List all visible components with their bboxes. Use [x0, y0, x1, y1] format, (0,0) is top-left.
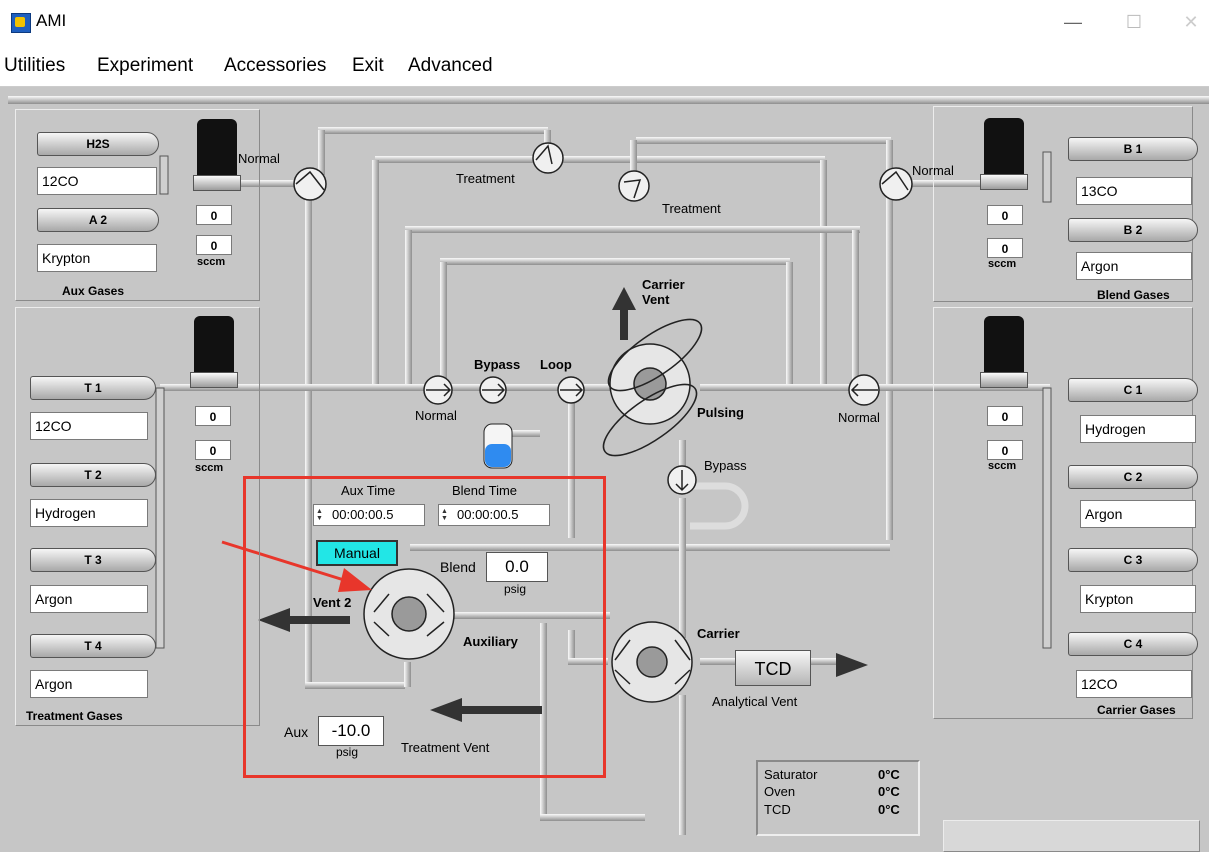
- pulsing-label: Pulsing: [697, 405, 744, 420]
- aux-gases-caption: Aux Gases: [62, 284, 125, 298]
- gas-name-b1[interactable]: 13CO: [1076, 177, 1192, 205]
- bypass-label-lower: Bypass: [704, 458, 747, 473]
- gas-name-t1[interactable]: 12CO: [30, 412, 148, 440]
- treatment-label-1: Treatment: [456, 171, 515, 186]
- carrier-flow-unit: sccm: [988, 460, 1017, 472]
- cylinder-h2s[interactable]: H2S: [37, 132, 159, 156]
- treatment-flow-1[interactable]: 0: [195, 406, 231, 426]
- treatment-label-2: Treatment: [662, 201, 721, 216]
- carrier-flow-1[interactable]: 0: [987, 406, 1023, 426]
- cylinder-c2[interactable]: C 2: [1068, 465, 1198, 489]
- bypass-label: Bypass: [474, 357, 521, 372]
- carrier-gases-caption: Carrier Gases: [1097, 703, 1176, 717]
- gas-name-b2[interactable]: Argon: [1076, 252, 1192, 280]
- loop-label: Loop: [540, 357, 572, 372]
- carrier-flow-2[interactable]: 0: [987, 440, 1023, 460]
- cylinder-t3[interactable]: T 3: [30, 548, 156, 572]
- tcd-temp-value: 0°C: [878, 802, 900, 817]
- gas-name-t2[interactable]: Hydrogen: [30, 499, 148, 527]
- saturator-value: 0°C: [878, 767, 900, 782]
- cylinder-t1[interactable]: T 1: [30, 376, 156, 400]
- cylinder-a2[interactable]: A 2: [37, 208, 159, 232]
- treatment-flow-2[interactable]: 0: [195, 440, 231, 460]
- tcd-detector[interactable]: TCD: [735, 650, 811, 686]
- cylinder-c4[interactable]: C 4: [1068, 632, 1198, 656]
- saturator-label: Saturator: [764, 767, 818, 782]
- carrier-vent-label: Carrier Vent: [642, 277, 685, 307]
- cylinder-c1[interactable]: C 1: [1068, 378, 1198, 402]
- mfc-carrier: [980, 316, 1028, 388]
- aux-flow-1[interactable]: 0: [196, 205, 232, 225]
- aux-flow-unit: sccm: [197, 256, 226, 268]
- gas-name-c1[interactable]: Hydrogen: [1080, 415, 1196, 443]
- oven-value: 0°C: [878, 784, 900, 799]
- treatment-flow-unit: sccm: [195, 462, 224, 474]
- annotation-highlight-box: [243, 476, 606, 778]
- aux-valve-label: Normal: [238, 151, 280, 166]
- mfc-treatment: [190, 316, 238, 388]
- analytical-vent-label: Analytical Vent: [712, 694, 798, 709]
- cylinder-t4[interactable]: T 4: [30, 634, 156, 658]
- gas-name-c3[interactable]: Krypton: [1080, 585, 1196, 613]
- bottom-right-panel: [943, 820, 1200, 852]
- blend-flow-unit: sccm: [988, 258, 1017, 270]
- cylinder-b2[interactable]: B 2: [1068, 218, 1198, 242]
- normal-label-right: Normal: [838, 410, 880, 425]
- blend-flow-1[interactable]: 0: [987, 205, 1023, 225]
- gas-name-t3[interactable]: Argon: [30, 585, 148, 613]
- gas-name-c4[interactable]: 12CO: [1076, 670, 1192, 698]
- blend-flow-2[interactable]: 0: [987, 238, 1023, 258]
- carrier-label: Carrier: [697, 626, 740, 641]
- cylinder-c3[interactable]: C 3: [1068, 548, 1198, 572]
- blend-gases-caption: Blend Gases: [1097, 288, 1170, 302]
- gas-name-c2[interactable]: Argon: [1080, 500, 1196, 528]
- gas-name-t4[interactable]: Argon: [30, 670, 148, 698]
- aux-flow-2[interactable]: 0: [196, 235, 232, 255]
- mfc-blend: [980, 118, 1028, 190]
- cylinder-t2[interactable]: T 2: [30, 463, 156, 487]
- temperature-panel: Saturator 0°C Oven 0°C TCD 0°C: [756, 760, 920, 836]
- tcd-temp-label: TCD: [764, 802, 791, 817]
- mfc-aux: [193, 119, 241, 191]
- cylinder-b1[interactable]: B 1: [1068, 137, 1198, 161]
- oven-label: Oven: [764, 784, 796, 799]
- valves: [293, 142, 913, 495]
- gas-name-a2[interactable]: Krypton: [37, 244, 157, 272]
- gas-name-h2s[interactable]: 12CO: [37, 167, 157, 195]
- treatment-gases-caption: Treatment Gases: [26, 709, 123, 723]
- normal-label-left: Normal: [415, 408, 457, 423]
- blend-valve-label: Normal: [912, 163, 954, 178]
